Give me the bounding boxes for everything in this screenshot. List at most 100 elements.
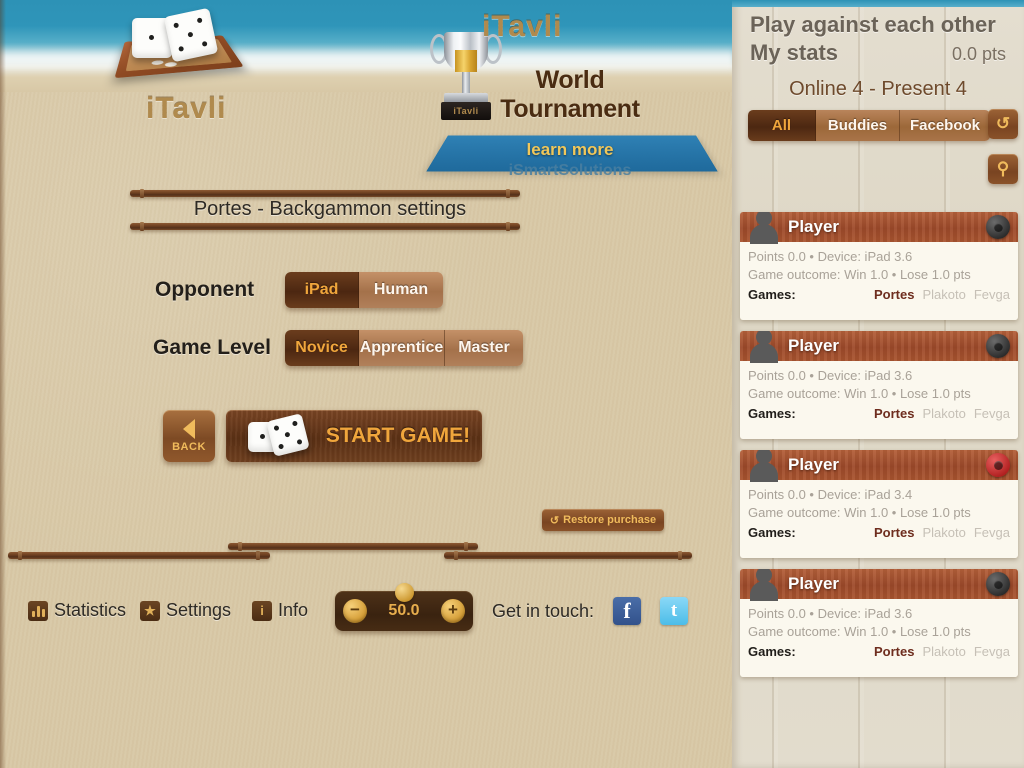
world-tournament-banner[interactable]: iTavli iTavli World Tournament learn mor… — [420, 4, 720, 179]
player-meta-outcome: Game outcome: Win 1.0 • Lose 1.0 pts — [748, 385, 971, 401]
game-tag-portes[interactable]: Portes — [874, 287, 914, 302]
statistics-button[interactable]: Statistics — [28, 600, 126, 621]
smart-solutions-label: iSmartSolutions — [508, 162, 632, 179]
player-games-row: Games: Portes Plakoto Fevga — [748, 406, 1010, 421]
tournament-title-line2: Tournament — [500, 95, 640, 123]
player-meta-outcome: Game outcome: Win 1.0 • Lose 1.0 pts — [748, 623, 971, 639]
player-games-row: Games: Portes Plakoto Fevga — [748, 287, 1010, 302]
game-level-label: Game Level — [153, 336, 271, 359]
player-card-header: Player — [740, 212, 1018, 244]
player-card-header: Player — [740, 450, 1018, 482]
player-card-body: Points 0.0 • Device: iPad 3.6 Game outcom… — [740, 599, 1018, 677]
player-card[interactable]: Player Points 0.0 • Device: iPad 3.6 Game … — [740, 212, 1018, 320]
stepper-knob[interactable] — [395, 583, 414, 602]
game-tag-fevga[interactable]: Fevga — [974, 287, 1010, 302]
player-card[interactable]: Player Points 0.0 • Device: iPad 3.4 Game … — [740, 450, 1018, 558]
player-meta-points-device: Points 0.0 • Device: iPad 3.6 — [748, 368, 913, 383]
player-card-header: Player — [740, 331, 1018, 363]
opponent-segmented-control[interactable]: iPad Human — [285, 272, 443, 308]
games-label: Games: — [748, 644, 796, 660]
wooden-divider-right — [444, 551, 692, 560]
twitter-icon[interactable]: t — [660, 597, 688, 625]
start-game-label: START GAME! — [325, 424, 471, 447]
wooden-stick-bottom — [130, 222, 520, 231]
game-tag-portes[interactable]: Portes — [874, 406, 914, 421]
tournament-wordmark: iTavli — [482, 10, 563, 44]
player-card[interactable]: Player Points 0.0 • Device: iPad 3.6 Game … — [740, 569, 1018, 677]
game-tag-portes[interactable]: Portes — [874, 644, 914, 659]
player-meta-points-device: Points 0.0 • Device: iPad 3.4 — [748, 487, 913, 502]
chevron-left-icon — [183, 419, 195, 439]
games-values: Portes Plakoto Fevga — [874, 644, 1010, 659]
game-tag-plakoto[interactable]: Plakoto — [922, 525, 965, 540]
app-root: iTavli iTavli iTavli World Tournament le… — [0, 0, 1024, 768]
player-card-header: Player — [740, 569, 1018, 601]
restore-icon: ↺ — [549, 514, 560, 527]
game-level-option-novice[interactable]: Novice — [285, 330, 359, 366]
opponent-option-human[interactable]: Human — [359, 272, 443, 308]
opponent-option-ipad[interactable]: iPad — [285, 272, 359, 308]
my-points-value: 0.0 pts — [951, 44, 1006, 64]
games-values: Portes Plakoto Fevga — [874, 287, 1010, 302]
back-button[interactable]: BACK — [163, 410, 215, 462]
status-badge[interactable] — [986, 453, 1010, 477]
game-level-option-master[interactable]: Master — [445, 330, 523, 366]
player-filter-segmented-control[interactable]: All Buddies Facebook — [748, 110, 990, 141]
learn-more-link[interactable]: learn more — [420, 140, 720, 160]
status-badge[interactable] — [986, 215, 1010, 239]
game-tag-fevga[interactable]: Fevga — [974, 406, 1010, 421]
start-game-button[interactable]: START GAME! — [226, 410, 482, 462]
game-tag-portes[interactable]: Portes — [874, 525, 914, 540]
game-settings-pane: iTavli iTavli iTavli World Tournament le… — [0, 0, 732, 768]
left-edge-shadow — [0, 0, 6, 768]
player-meta-points-device: Points 0.0 • Device: iPad 3.6 — [748, 249, 913, 264]
game-level-option-apprentice[interactable]: Apprentice — [359, 330, 445, 366]
facebook-icon[interactable]: f — [613, 597, 641, 625]
settings-button[interactable]: ★ Settings — [140, 600, 231, 621]
games-label: Games: — [748, 287, 796, 303]
game-level-segmented-control[interactable]: Novice Apprentice Master — [285, 330, 523, 366]
player-meta-outcome: Game outcome: Win 1.0 • Lose 1.0 pts — [748, 266, 971, 282]
page-title: Portes - Backgammon settings — [193, 198, 467, 220]
games-label: Games: — [748, 525, 796, 541]
player-card-body: Points 0.0 • Device: iPad 3.6 Game outcom… — [740, 242, 1018, 320]
refresh-icon[interactable]: ↺ — [988, 109, 1018, 139]
game-tag-fevga[interactable]: Fevga — [974, 525, 1010, 540]
restore-purchase-button[interactable]: ↺ Restore purchase — [542, 509, 664, 531]
stepper-increase-button[interactable]: + — [440, 599, 465, 623]
info-button[interactable]: i Info — [252, 600, 308, 621]
avatar — [748, 450, 780, 482]
star-icon: ★ — [140, 600, 160, 621]
game-tag-plakoto[interactable]: Plakoto — [922, 406, 965, 421]
filter-option-facebook[interactable]: Facebook — [900, 110, 990, 141]
game-tag-fevga[interactable]: Fevga — [974, 644, 1010, 659]
avatar — [748, 212, 780, 244]
game-tag-plakoto[interactable]: Plakoto — [922, 287, 965, 302]
status-badge[interactable] — [986, 572, 1010, 596]
opponent-label: Opponent — [155, 278, 255, 301]
player-name: Player — [788, 455, 840, 474]
avatar — [748, 331, 780, 363]
game-level-setting-row: Game Level Novice Apprentice Master — [153, 330, 523, 366]
player-card-body: Points 0.0 • Device: iPad 3.4 Game outcom… — [740, 480, 1018, 558]
my-stats-label: My stats — [750, 40, 839, 65]
player-card[interactable]: Player Points 0.0 • Device: iPad 3.6 Game … — [740, 331, 1018, 439]
online-panel-title: Play against each other — [750, 12, 996, 37]
status-badge[interactable] — [986, 334, 1010, 358]
player-meta-points-device: Points 0.0 • Device: iPad 3.6 — [748, 606, 913, 621]
avatar — [748, 569, 780, 601]
stepper-decrease-button[interactable]: − — [343, 599, 367, 623]
player-card-body: Points 0.0 • Device: iPad 3.6 Game outcom… — [740, 361, 1018, 439]
back-button-label: BACK — [172, 441, 206, 453]
statistics-label: Statistics — [54, 600, 127, 620]
itavli-logo[interactable]: iTavli — [110, 7, 280, 126]
game-tag-plakoto[interactable]: Plakoto — [922, 644, 965, 659]
filter-option-buddies[interactable]: Buddies — [816, 110, 900, 141]
opponent-setting-row: Opponent iPad Human — [155, 272, 443, 308]
settings-label: Settings — [166, 600, 232, 620]
wooden-stick-top — [130, 189, 520, 198]
bar-chart-icon — [28, 600, 48, 621]
search-icon[interactable]: ⚲ — [988, 154, 1018, 184]
player-name: Player — [788, 217, 840, 236]
filter-option-all[interactable]: All — [748, 110, 816, 141]
